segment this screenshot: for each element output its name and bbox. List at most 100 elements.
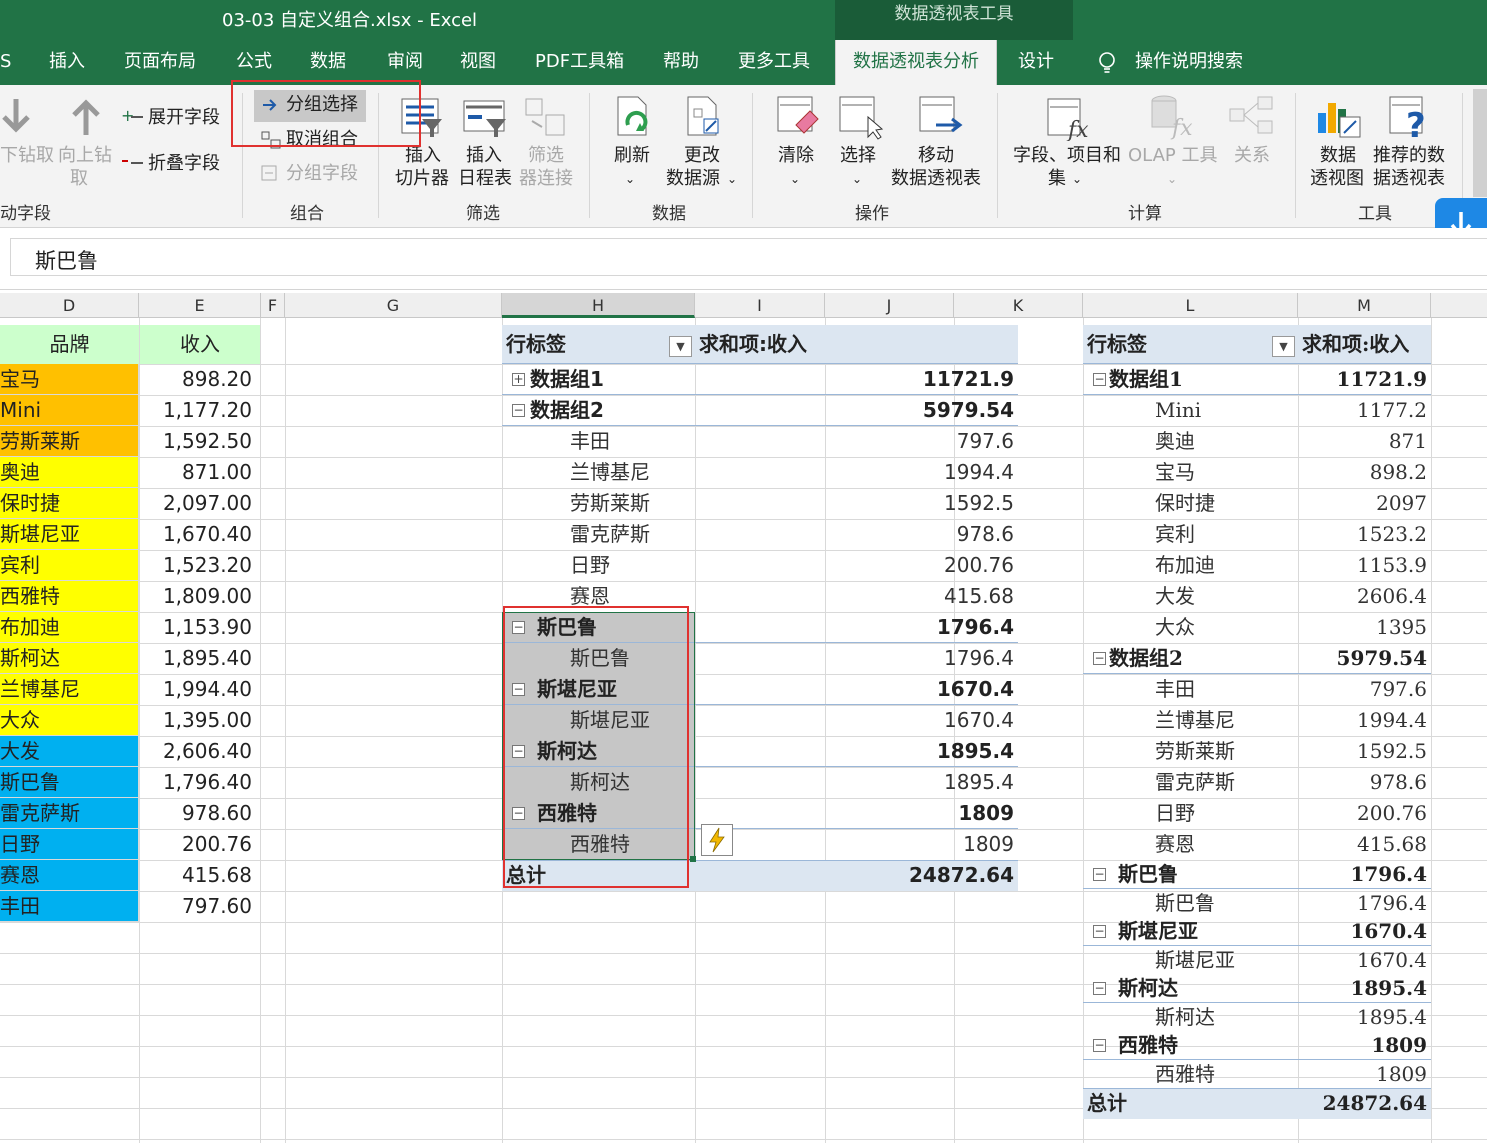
pivot-item-value[interactable]: 1809: [695, 829, 1014, 860]
insert-timeline-button[interactable]: 插入: [466, 145, 502, 167]
pivot-item-value[interactable]: 1796.4: [695, 643, 1014, 674]
pivot-item-label[interactable]: 斯巴鲁: [1155, 889, 1215, 917]
pivot-item-value[interactable]: 200.76: [1298, 798, 1427, 829]
brand-cell[interactable]: 大众: [0, 705, 139, 736]
pivot-group-value[interactable]: 1809: [1298, 1031, 1427, 1060]
pivot-item-value[interactable]: 1670.4: [695, 705, 1014, 736]
pivot-item-value[interactable]: 1395: [1298, 612, 1427, 643]
pivot-group-value[interactable]: 1670.4: [1298, 917, 1427, 946]
pivot-group-value[interactable]: 11721.9: [1298, 364, 1427, 395]
brand-cell[interactable]: Mini: [0, 395, 139, 426]
pivot-item-label[interactable]: 奥迪: [1155, 426, 1195, 457]
pivot-item-value[interactable]: 797.6: [695, 426, 1014, 457]
pivot-total-value[interactable]: 24872.64: [1298, 1088, 1427, 1119]
pivot-item-value[interactable]: 871: [1298, 426, 1427, 457]
pivot-item-label[interactable]: 保时捷: [1155, 488, 1215, 519]
pivot-item-value[interactable]: 898.2: [1298, 457, 1427, 488]
pivot-item-label[interactable]: 劳斯莱斯: [1155, 736, 1235, 767]
tab-pivot-analyze[interactable]: 数据透视表分析: [835, 40, 997, 85]
col-header-k[interactable]: K: [954, 293, 1083, 318]
pivot-group-label[interactable]: 数据组2: [530, 395, 604, 426]
refresh-dropdown-icon[interactable]: ⌄: [625, 168, 635, 190]
pivot-group-value[interactable]: 11721.9: [695, 364, 1014, 395]
brand-cell[interactable]: 宾利: [0, 550, 139, 581]
pivot-item-label[interactable]: 日野: [1155, 798, 1195, 829]
pivot-item-value[interactable]: 200.76: [695, 550, 1014, 581]
pivot-item-value[interactable]: 2097: [1298, 488, 1427, 519]
change-data-source-button[interactable]: 更改: [684, 145, 720, 167]
income-cell[interactable]: 1,796.40: [140, 767, 256, 798]
pivot-group-label[interactable]: 斯巴鲁: [1118, 860, 1178, 889]
pivot-item-value[interactable]: 797.6: [1298, 674, 1427, 705]
collapse-toggle-icon[interactable]: −: [1093, 925, 1106, 938]
brand-cell[interactable]: 大发: [0, 736, 139, 767]
pivot-item-label[interactable]: 斯堪尼亚: [1155, 946, 1235, 974]
collapse-toggle-icon[interactable]: −: [1093, 982, 1106, 995]
pivot-group-value[interactable]: 1895.4: [695, 736, 1014, 767]
tab-more-tools[interactable]: 更多工具: [738, 40, 810, 85]
brand-cell[interactable]: 斯堪尼亚: [0, 519, 139, 550]
col-header-m[interactable]: M: [1298, 293, 1431, 318]
pivot-item-value[interactable]: 1177.2: [1298, 395, 1427, 426]
col-header-e[interactable]: E: [139, 293, 261, 318]
pivot-group-label[interactable]: 西雅特: [1118, 1031, 1178, 1060]
pivot-item-label[interactable]: 西雅特: [1155, 1060, 1215, 1088]
pivot-item-value[interactable]: 1796.4: [1298, 889, 1427, 917]
pivot-item-value[interactable]: 1895.4: [695, 767, 1014, 798]
pivot-item-label[interactable]: 丰田: [570, 426, 610, 457]
pivot-item-value[interactable]: 1670.4: [1298, 946, 1427, 974]
income-cell[interactable]: 2,606.40: [140, 736, 256, 767]
clear-button[interactable]: 清除: [778, 145, 814, 167]
pivot-total-value[interactable]: 24872.64: [695, 860, 1014, 891]
pivot-item-label[interactable]: 布加迪: [1155, 550, 1215, 581]
pivot-item-value[interactable]: 1592.5: [695, 488, 1014, 519]
pivot-group-value[interactable]: 1809: [695, 798, 1014, 829]
collapse-toggle-icon[interactable]: −: [1093, 373, 1106, 386]
pivot-group-label[interactable]: 数据组1: [1109, 364, 1183, 395]
tab-pdf-tools[interactable]: PDF工具箱: [535, 40, 624, 85]
income-cell[interactable]: 1,670.40: [140, 519, 256, 550]
relationships-button[interactable]: 关系: [1234, 145, 1270, 167]
pivot-group-label[interactable]: 斯柯达: [1118, 974, 1178, 1003]
pivot-group-value[interactable]: 1895.4: [1298, 974, 1427, 1003]
tab-view[interactable]: 视图: [460, 40, 496, 85]
tab-design[interactable]: 设计: [1018, 40, 1054, 85]
pivot-group-value[interactable]: 1796.4: [695, 612, 1014, 643]
pivot-total-label[interactable]: 总计: [1087, 1088, 1127, 1119]
pivot-item-value[interactable]: 415.68: [695, 581, 1014, 612]
collapse-toggle-icon[interactable]: −: [512, 404, 525, 417]
income-cell[interactable]: 797.60: [140, 891, 256, 922]
pivot-item-label[interactable]: 丰田: [1155, 674, 1195, 705]
pivot-value-header[interactable]: 求和项:收入: [1302, 325, 1409, 364]
pivot-item-label[interactable]: 赛恩: [1155, 829, 1195, 860]
income-cell[interactable]: 1,177.20: [140, 395, 256, 426]
pivot-item-label[interactable]: 雷克萨斯: [1155, 767, 1235, 798]
pivot-group-value[interactable]: 1670.4: [695, 674, 1014, 705]
income-cell[interactable]: 415.68: [140, 860, 256, 891]
tab-page-layout[interactable]: 页面布局: [124, 40, 196, 85]
income-cell[interactable]: 1,523.20: [140, 550, 256, 581]
drill-down-button[interactable]: 下钻取: [0, 145, 54, 167]
pivot-group-label[interactable]: 数据组2: [1109, 643, 1183, 674]
pivot-group-value[interactable]: 5979.54: [695, 395, 1014, 426]
pivot-item-value[interactable]: 1994.4: [695, 457, 1014, 488]
pivot-value-header[interactable]: 求和项:收入: [699, 325, 807, 364]
tab-data[interactable]: 数据: [310, 40, 346, 85]
pivot-chart-button[interactable]: 数据: [1320, 145, 1356, 167]
expand-toggle-icon[interactable]: +: [512, 373, 525, 386]
pivot-item-value[interactable]: 978.6: [1298, 767, 1427, 798]
income-cell[interactable]: 1,895.40: [140, 643, 256, 674]
pivot-item-label[interactable]: 兰博基尼: [1155, 705, 1235, 736]
brand-cell[interactable]: 布加迪: [0, 612, 139, 643]
tab-review[interactable]: 审阅: [387, 40, 423, 85]
pivot-item-value[interactable]: 415.68: [1298, 829, 1427, 860]
brand-cell[interactable]: 斯巴鲁: [0, 767, 139, 798]
pivot-item-label[interactable]: 大众: [1155, 612, 1195, 643]
pivot-item-value[interactable]: 2606.4: [1298, 581, 1427, 612]
tab-help[interactable]: 帮助: [663, 40, 699, 85]
brand-cell[interactable]: 斯柯达: [0, 643, 139, 674]
refresh-button[interactable]: 刷新: [614, 145, 650, 167]
col-header-h[interactable]: H: [502, 293, 695, 318]
drill-up-button[interactable]: 向上钻: [58, 145, 112, 167]
col-header-l[interactable]: L: [1083, 293, 1298, 318]
